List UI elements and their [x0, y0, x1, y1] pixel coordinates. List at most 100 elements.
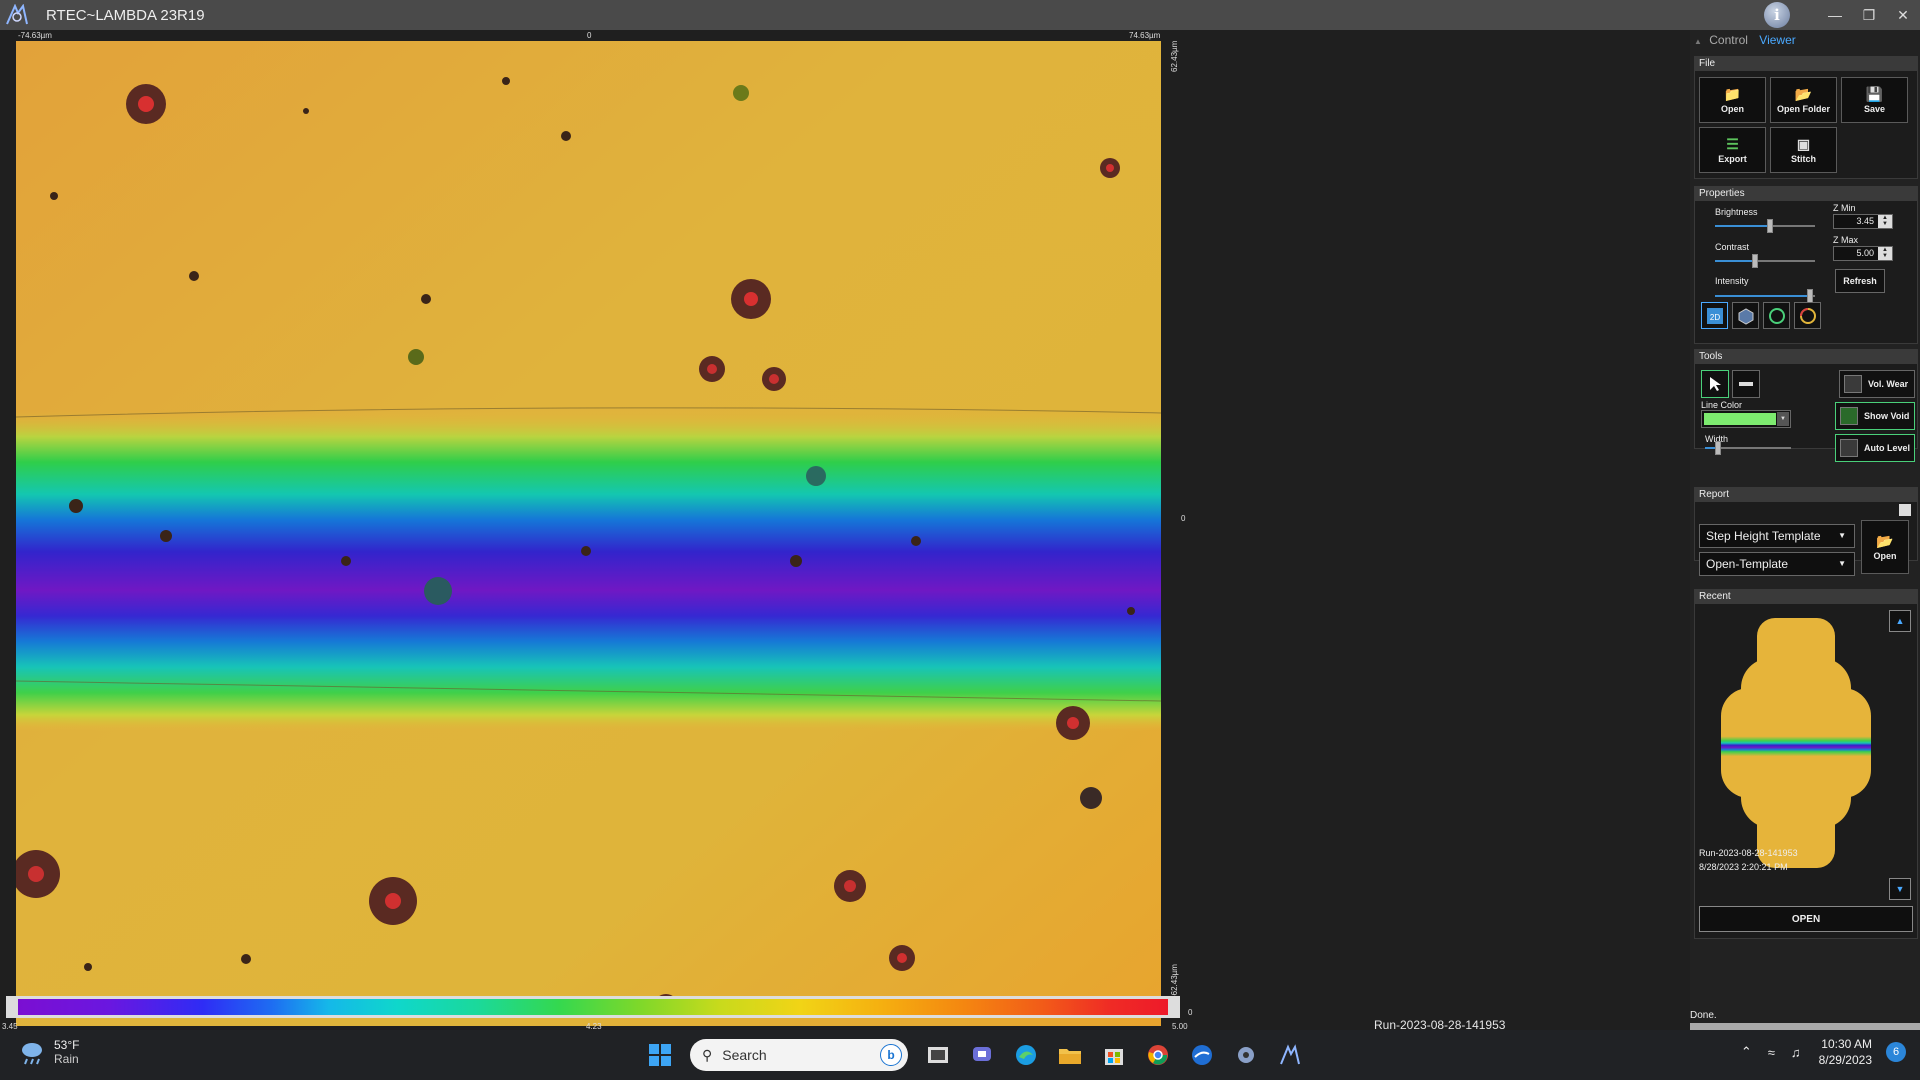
open-button[interactable]: 📁 Open: [1699, 77, 1766, 123]
search-placeholder: Search: [722, 1047, 767, 1063]
app-icon-1-button[interactable]: [1184, 1037, 1220, 1073]
recent-section-header: Recent: [1695, 590, 1917, 604]
chrome-icon: [1148, 1045, 1168, 1065]
cursor-arrow-icon: [1710, 377, 1721, 391]
tools-section: Tools Line Color ▼ Width Vol. Wear Show …: [1694, 349, 1918, 462]
properties-section-header: Properties: [1695, 187, 1917, 201]
colorbar-tail-label: 0: [1188, 1008, 1193, 1017]
line-color-picker[interactable]: ▼: [1701, 410, 1791, 428]
open-folder-button[interactable]: 📂 Open Folder: [1770, 77, 1837, 123]
color-scale-bar: [6, 996, 1180, 1018]
rainbow-map-button[interactable]: [1794, 302, 1821, 329]
refresh-button[interactable]: Refresh: [1835, 269, 1885, 293]
vol-wear-button[interactable]: Vol. Wear: [1839, 370, 1915, 398]
stitch-icon: ▣: [1796, 136, 1811, 152]
taskbar: 53°F Rain ⚲ Search b ⌃ ≈ ♫ 10:30 AM 8/29…: [0, 1030, 1920, 1080]
contrast-slider-thumb[interactable]: [1752, 254, 1758, 268]
folder-open-icon: 📂: [1876, 533, 1894, 549]
report-options-icon[interactable]: [1899, 504, 1911, 516]
color-scale-gradient: [18, 999, 1168, 1015]
edge-icon: [1016, 1045, 1036, 1065]
tab-viewer[interactable]: Viewer: [1759, 33, 1795, 47]
report-section: Report Step Height Template ▼ Open-Templ…: [1694, 487, 1918, 576]
file-explorer-button[interactable]: [1052, 1037, 1088, 1073]
open-folder-button-label: Open Folder: [1776, 104, 1830, 114]
clock[interactable]: 10:30 AM 8/29/2023: [1819, 1036, 1872, 1068]
zmax-input[interactable]: 5.00 ▲ ▼: [1833, 246, 1893, 261]
export-button[interactable]: ☰ Export: [1699, 127, 1766, 173]
color-map-button[interactable]: [1763, 302, 1790, 329]
pointer-tool-button[interactable]: [1701, 370, 1729, 398]
chevron-up-icon[interactable]: ⌃: [1741, 1044, 1752, 1060]
line-tool-button[interactable]: [1732, 370, 1760, 398]
surface-image[interactable]: [16, 41, 1161, 1026]
vol-wear-label: Vol. Wear: [1868, 379, 1909, 389]
status-text: Done.: [1690, 1010, 1717, 1021]
report-open-label: Open: [1873, 551, 1897, 561]
rainbow-wheel-icon: [1799, 307, 1816, 324]
tab-control[interactable]: Control: [1709, 33, 1748, 47]
show-void-button[interactable]: Show Void: [1835, 402, 1915, 430]
width-slider-thumb[interactable]: [1714, 441, 1721, 455]
zmin-stepper-icon[interactable]: ▲ ▼: [1878, 215, 1892, 228]
line-measure-icon: [1739, 382, 1753, 386]
app-logo-icon: [2, 0, 32, 30]
x-axis-center-label: 0: [587, 31, 592, 40]
view-3d-button[interactable]: [1732, 302, 1759, 329]
info-icon[interactable]: i: [1764, 2, 1790, 28]
zmax-value: 5.00: [1856, 248, 1874, 258]
minimize-button[interactable]: —: [1818, 0, 1852, 30]
restore-button[interactable]: ❐: [1852, 0, 1886, 30]
report-template-dropdown[interactable]: Step Height Template ▼: [1699, 524, 1855, 548]
open-button-label: Open: [1720, 104, 1744, 114]
recent-scroll-down-button[interactable]: ▼: [1889, 878, 1911, 900]
contrast-slider-fill: [1715, 260, 1755, 262]
recent-scroll-up-button[interactable]: ▲: [1889, 610, 1911, 632]
export-icon: ☰: [1726, 136, 1739, 152]
width-slider[interactable]: [1705, 441, 1791, 455]
stitch-button[interactable]: ▣ Stitch: [1770, 127, 1837, 173]
scroll-up-icon[interactable]: ▲: [1694, 37, 1702, 46]
volume-icon[interactable]: ♫: [1791, 1045, 1801, 1060]
chevron-down-icon[interactable]: ▼: [1777, 412, 1789, 426]
taskbar-search[interactable]: ⚲ Search b: [690, 1039, 908, 1071]
auto-level-button[interactable]: Auto Level: [1835, 434, 1915, 462]
zmin-input[interactable]: 3.45 ▲ ▼: [1833, 214, 1893, 229]
recent-open-button[interactable]: OPEN: [1699, 906, 1913, 932]
zmin-label: Z Min: [1833, 203, 1856, 213]
intensity-slider-fill: [1715, 295, 1810, 297]
brightness-slider-thumb[interactable]: [1767, 219, 1773, 233]
zmax-stepper-icon[interactable]: ▲ ▼: [1878, 247, 1892, 260]
store-button[interactable]: [1096, 1037, 1132, 1073]
status-progress-bar: [1690, 1023, 1920, 1030]
brightness-slider[interactable]: [1715, 219, 1815, 233]
open-template-dropdown[interactable]: Open-Template ▼: [1699, 552, 1855, 576]
windows-logo-icon: [649, 1044, 671, 1066]
notification-badge[interactable]: 6: [1886, 1042, 1906, 1062]
recent-run-name: Run-2023-08-28-141953: [1699, 848, 1798, 858]
start-button[interactable]: [642, 1037, 678, 1073]
chevron-down-icon: ▼: [1838, 531, 1846, 540]
edge-browser-button[interactable]: [1008, 1037, 1044, 1073]
app-icon-2-button[interactable]: [1228, 1037, 1264, 1073]
contrast-slider[interactable]: [1715, 254, 1815, 268]
tools-section-header: Tools: [1695, 350, 1917, 364]
intensity-slider-thumb[interactable]: [1807, 289, 1813, 303]
view-2d-button[interactable]: 2D: [1701, 302, 1728, 329]
wifi-icon[interactable]: ≈: [1768, 1045, 1775, 1060]
system-tray: ⌃ ≈ ♫ 10:30 AM 8/29/2023 6: [1733, 1036, 1906, 1068]
svg-text:2D: 2D: [1709, 313, 1719, 322]
chrome-button[interactable]: [1140, 1037, 1176, 1073]
bing-icon[interactable]: b: [880, 1044, 902, 1066]
intensity-slider[interactable]: [1715, 289, 1815, 303]
close-button[interactable]: ✕: [1886, 0, 1920, 30]
save-button[interactable]: 💾 Save: [1841, 77, 1908, 123]
right-panel: ▲ Control Viewer File 📁 Open 📂 Open Fold…: [1690, 30, 1920, 1030]
task-view-button[interactable]: [920, 1037, 956, 1073]
rtec-app-button[interactable]: [1272, 1037, 1308, 1073]
teams-chat-button[interactable]: [964, 1037, 1000, 1073]
intensity-label: Intensity: [1715, 276, 1749, 286]
report-open-button[interactable]: 📂 Open: [1861, 520, 1909, 574]
weather-widget[interactable]: 53°F Rain: [18, 1038, 79, 1066]
store-icon: [1105, 1049, 1123, 1065]
